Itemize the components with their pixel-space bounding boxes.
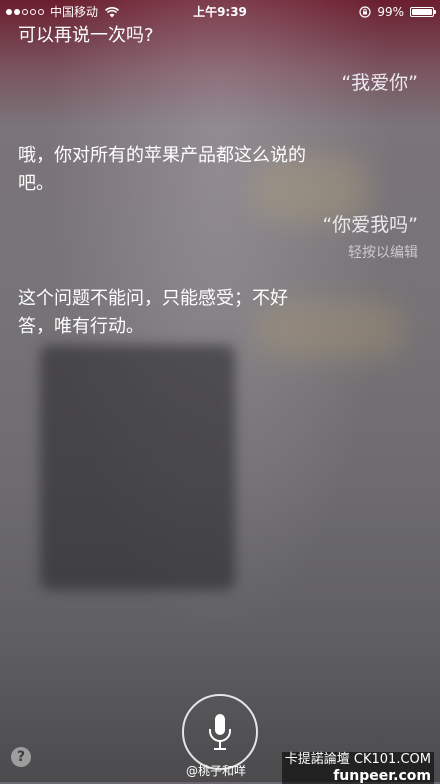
watermark-username: @桃子和咩: [186, 764, 247, 778]
orientation-lock-icon: [359, 6, 371, 18]
siri-reply: 哦，你对所有的苹果产品都这么说的吧。: [18, 145, 306, 194]
user-query[interactable]: “我爱你”: [341, 70, 418, 96]
microphone-button[interactable]: [182, 694, 258, 770]
site-watermark-line: 卡提諾論壇 CK101.COM: [281, 752, 434, 768]
tap-to-edit-hint[interactable]: 轻按以编辑: [348, 242, 418, 262]
siri-reply: 这个问题不能问，只能感受；不好答，唯有行动。: [18, 288, 288, 337]
blurred-background-panel: [40, 345, 235, 590]
battery-icon: [410, 7, 436, 17]
battery-percentage: 99%: [377, 5, 404, 19]
site-watermark: 卡提諾論壇 CK101.COM funpeer.com: [281, 752, 434, 784]
battery-level-fill: [412, 9, 432, 15]
status-bar: 中国移动 上午9:39 99%: [0, 0, 440, 24]
help-button[interactable]: ?: [11, 747, 31, 767]
status-bar-right: 99%: [359, 0, 436, 24]
microphone-icon: [209, 714, 231, 750]
siri-prompt: 可以再说一次吗?: [18, 25, 154, 46]
user-query[interactable]: “你爱我吗”: [322, 212, 418, 238]
